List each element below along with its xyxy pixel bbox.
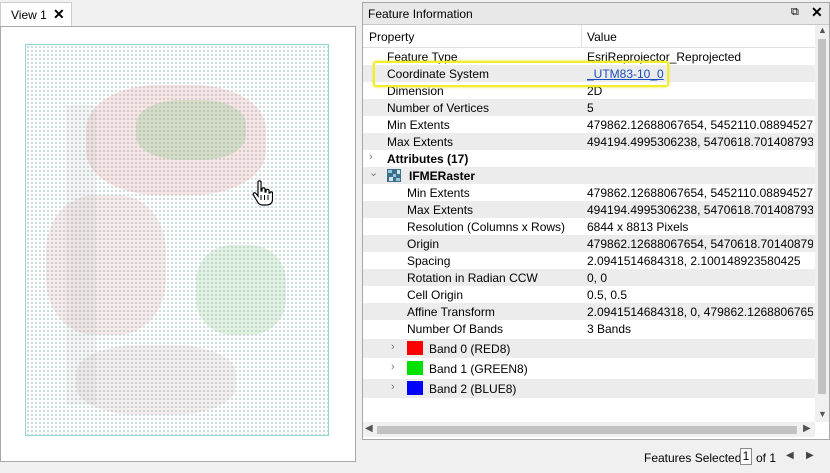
property-cell: Min Extents (387, 118, 450, 132)
next-feature-icon[interactable]: ▶ (806, 450, 814, 461)
raster-patch (76, 345, 236, 415)
feature-count-label: of 1 (756, 451, 777, 465)
property-cell: Band 0 (RED8) (429, 342, 511, 356)
property-cell: Spacing (407, 254, 451, 268)
close-icon[interactable]: ✕ (53, 6, 65, 23)
scroll-right-icon[interactable]: ▶ (803, 423, 811, 434)
raster-patch (196, 245, 286, 335)
chevron-right-icon[interactable]: › (391, 381, 395, 393)
table-row[interactable]: Resolution (Columns x Rows) 6844 x 8813 … (363, 218, 815, 235)
coordinate-system-highlight (373, 61, 669, 87)
table-row[interactable]: Number Of Bands 3 Bands (363, 320, 815, 337)
table-row[interactable]: Cell Origin 0.5, 0.5 (363, 286, 815, 303)
value-cell: 479862.12688067654, 5470618.701408793 (587, 237, 813, 251)
property-cell: Origin (407, 237, 440, 251)
raster-image[interactable] (25, 44, 329, 436)
property-cell: Rotation in Radian CCW (407, 271, 538, 285)
horizontal-scrollbar[interactable]: ◀ ▶ (363, 422, 815, 437)
property-cell: Max Extents (387, 135, 454, 149)
property-cell: Affine Transform (407, 305, 495, 319)
panel-title: Feature Information (368, 7, 473, 21)
table-row[interactable]: Max Extents 494194.4995306238, 5470618.7… (363, 201, 815, 218)
table-row-ifmeraster[interactable]: ⌄ IFMERaster (363, 167, 815, 184)
table-row-band-2[interactable]: › Band 2 (BLUE8) (363, 379, 815, 398)
raster-patch (46, 195, 166, 335)
value-cell: 479862.12688067654, 5452110.088945279 (587, 118, 813, 132)
tab-label: View 1 (11, 8, 47, 22)
band-color-swatch (407, 341, 423, 355)
value-cell: 494194.4995306238, 5470618.701408793 (587, 203, 813, 217)
property-cell: Number of Vertices (387, 101, 490, 115)
features-selected-label: Features Selected: (644, 451, 745, 465)
chevron-right-icon[interactable]: › (391, 361, 395, 373)
close-icon[interactable]: ✕ (811, 4, 823, 21)
vertical-scrollbar[interactable]: ▲ ▼ (815, 25, 829, 422)
value-cell: 5 (587, 101, 594, 115)
table-row-attributes[interactable]: › Attributes (17) (363, 150, 815, 167)
feature-information-panel: Feature Information ⧉ ✕ Property Value F… (362, 2, 830, 440)
value-cell: 2.0941514684318, 0, 479862.12688067654,.… (587, 305, 813, 319)
panel-titlebar: Feature Information ⧉ ✕ (363, 3, 829, 25)
band-color-swatch (407, 361, 423, 375)
property-cell: IFMERaster (409, 169, 476, 183)
property-cell: Number Of Bands (407, 322, 504, 336)
property-cell: Attributes (17) (387, 152, 469, 166)
selection-footer: Features Selected: 1 of 1 ◀ ▶ (362, 442, 830, 472)
chevron-down-icon[interactable]: ⌄ (369, 166, 378, 179)
raster-patch (136, 100, 246, 160)
previous-feature-icon[interactable]: ◀ (786, 450, 794, 461)
table-row[interactable]: Rotation in Radian CCW 0, 0 (363, 269, 815, 286)
raster-patch (66, 105, 96, 405)
property-cell: Max Extents (407, 203, 474, 217)
value-cell: 6844 x 8813 Pixels (587, 220, 689, 234)
table-row[interactable]: Spacing 2.0941514684318, 2.1001489235804… (363, 252, 815, 269)
table-row-band-1[interactable]: › Band 1 (GREEN8) (363, 359, 815, 378)
table-row[interactable]: Origin 479862.12688067654, 5470618.70140… (363, 235, 815, 252)
chevron-right-icon[interactable]: › (369, 151, 373, 163)
value-cell: 3 Bands (587, 322, 632, 336)
property-cell: Resolution (Columns x Rows) (407, 220, 566, 234)
property-cell: Band 1 (GREEN8) (429, 362, 528, 376)
table-row[interactable]: Max Extents 494194.4995306238, 5470618.7… (363, 133, 815, 150)
column-divider[interactable] (581, 25, 582, 47)
value-cell: 479862.12688067654, 5452110.088945279 (587, 186, 813, 200)
scroll-thumb[interactable] (818, 39, 826, 394)
column-header-value[interactable]: Value (587, 30, 617, 44)
scroll-down-icon[interactable]: ▼ (818, 409, 827, 419)
hand-cursor-icon (252, 180, 273, 206)
value-cell: 0, 0 (587, 271, 608, 285)
table-row[interactable]: Affine Transform 2.0941514684318, 0, 479… (363, 303, 815, 320)
value-cell: 0.5, 0.5 (587, 288, 628, 302)
value-cell: 2.0941514684318, 2.100148923580425 (587, 254, 801, 268)
table-row-band-0[interactable]: › Band 0 (RED8) (363, 339, 815, 358)
value-cell: 494194.4995306238, 5470618.701408793 (587, 135, 813, 149)
map-view[interactable] (0, 26, 356, 462)
property-cell: Band 2 (BLUE8) (429, 382, 517, 396)
band-color-swatch (407, 381, 423, 395)
tab-view-1[interactable]: View 1 ✕ (0, 2, 72, 26)
scroll-left-icon[interactable]: ◀ (365, 423, 373, 434)
table-row[interactable]: Number of Vertices 5 (363, 99, 815, 116)
table-header: Property Value (363, 25, 815, 48)
table-row[interactable]: Min Extents 479862.12688067654, 5452110.… (363, 116, 815, 133)
chevron-right-icon[interactable]: › (391, 341, 395, 353)
property-cell: Cell Origin (407, 288, 464, 302)
float-window-icon[interactable]: ⧉ (791, 6, 799, 19)
property-cell: Min Extents (407, 186, 470, 200)
raster-icon (387, 169, 401, 182)
table-row[interactable]: Min Extents 479862.12688067654, 5452110.… (363, 184, 815, 201)
scroll-thumb[interactable] (377, 426, 797, 434)
view-tabbar: View 1 ✕ (0, 0, 360, 26)
column-header-property[interactable]: Property (369, 30, 414, 44)
scroll-up-icon[interactable]: ▲ (818, 25, 827, 35)
selected-feature-input[interactable]: 1 (740, 448, 752, 465)
